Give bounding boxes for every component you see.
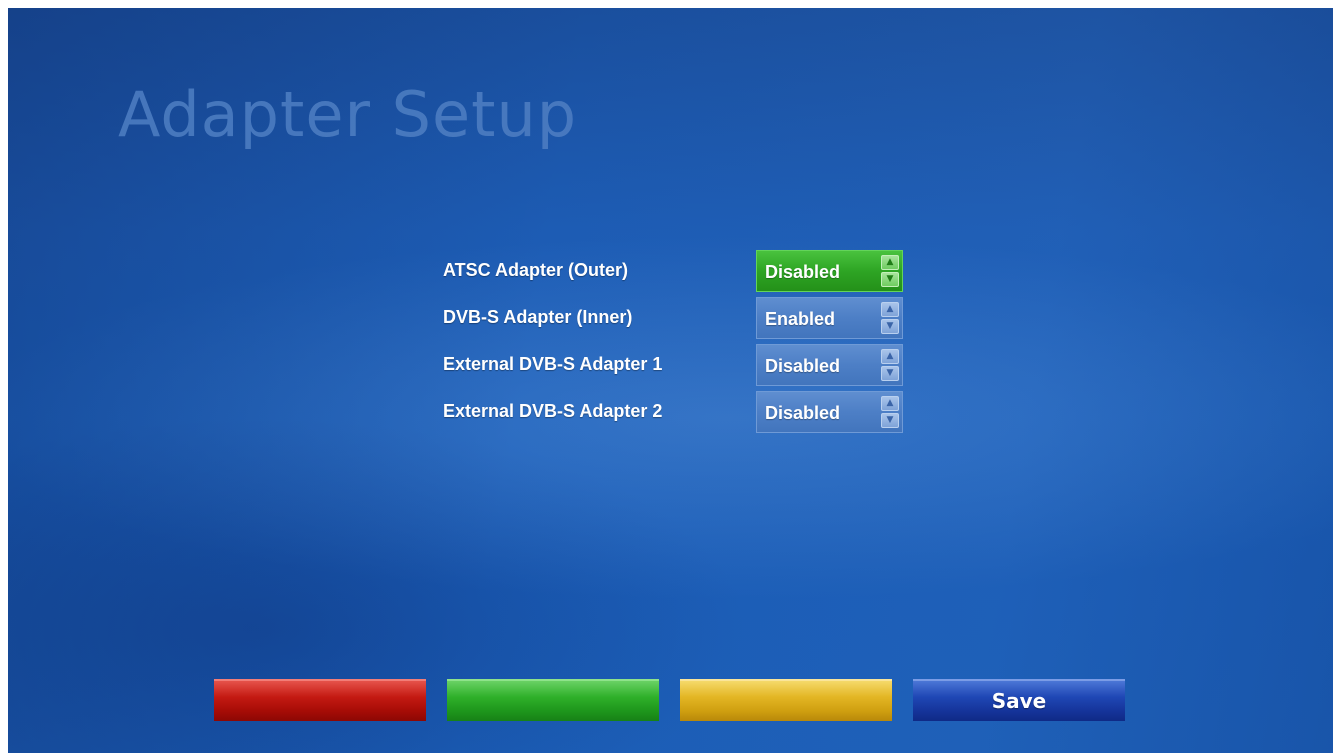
setting-label: ATSC Adapter (Outer): [443, 260, 629, 280]
color-button-bar: Save: [214, 679, 1134, 721]
yellow-button[interactable]: [680, 679, 892, 721]
chevron-up-icon[interactable]: ▲: [881, 349, 899, 364]
chevron-down-icon[interactable]: ▼: [881, 319, 899, 334]
setting-row-atsc-outer: ATSC Adapter (Outer) Disabled ▲ ▼: [438, 249, 918, 296]
page-title: Adapter Setup: [118, 78, 578, 151]
save-button[interactable]: Save: [913, 679, 1125, 721]
settings-list: ATSC Adapter (Outer) Disabled ▲ ▼ DVB-S …: [438, 249, 918, 437]
green-button[interactable]: [447, 679, 659, 721]
chevron-down-icon[interactable]: ▼: [881, 366, 899, 381]
red-button[interactable]: [214, 679, 426, 721]
spinner-value: Disabled: [765, 356, 841, 376]
spinner-arrows: ▲ ▼: [881, 396, 899, 428]
setting-label: DVB-S Adapter (Inner): [443, 307, 633, 327]
chevron-up-icon[interactable]: ▲: [881, 255, 899, 270]
spinner-value: Disabled: [765, 403, 841, 423]
spinner-value: Enabled: [765, 309, 836, 329]
chevron-down-icon[interactable]: ▼: [881, 272, 899, 287]
setting-row-external-dvbs-1: External DVB-S Adapter 1 Disabled ▲ ▼: [438, 343, 918, 390]
setting-row-external-dvbs-2: External DVB-S Adapter 2 Disabled ▲ ▼: [438, 390, 918, 437]
chevron-up-icon[interactable]: ▲: [881, 302, 899, 317]
spinner-arrows: ▲ ▼: [881, 302, 899, 334]
setting-row-dvbs-inner: DVB-S Adapter (Inner) Enabled ▲ ▼: [438, 296, 918, 343]
value-spinner[interactable]: Disabled ▲ ▼: [756, 391, 903, 433]
value-spinner[interactable]: Disabled ▲ ▼: [756, 344, 903, 386]
value-spinner[interactable]: Disabled ▲ ▼: [756, 250, 903, 292]
chevron-up-icon[interactable]: ▲: [881, 396, 899, 411]
chevron-down-icon[interactable]: ▼: [881, 413, 899, 428]
setting-label: External DVB-S Adapter 1: [443, 354, 663, 374]
spinner-value: Disabled: [765, 262, 841, 282]
value-spinner[interactable]: Enabled ▲ ▼: [756, 297, 903, 339]
spinner-arrows: ▲ ▼: [881, 255, 899, 287]
spinner-arrows: ▲ ▼: [881, 349, 899, 381]
adapter-setup-screen: Adapter Setup ATSC Adapter (Outer) Disab…: [8, 8, 1333, 753]
setting-label: External DVB-S Adapter 2: [443, 401, 663, 421]
